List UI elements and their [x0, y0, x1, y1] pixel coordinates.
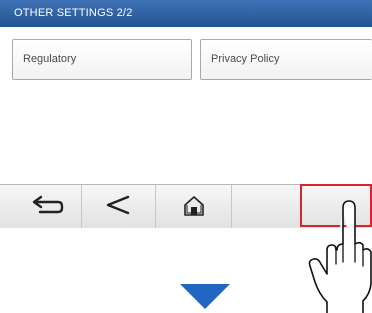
- page-title: OTHER SETTINGS 2/2: [0, 0, 372, 27]
- privacy-policy-button[interactable]: Privacy Policy: [200, 39, 372, 80]
- previous-page-icon: [106, 195, 130, 215]
- return-button[interactable]: [0, 185, 82, 228]
- home-button[interactable]: [156, 185, 232, 228]
- return-icon: [32, 195, 64, 214]
- hand-pointer-icon: [308, 200, 372, 313]
- home-icon: [184, 196, 204, 216]
- down-arrow-icon: [180, 284, 230, 309]
- toolbar-blank-button[interactable]: [232, 185, 300, 228]
- regulatory-button[interactable]: Regulatory: [12, 39, 192, 80]
- previous-page-button[interactable]: [82, 185, 156, 228]
- settings-content: Regulatory Privacy Policy: [0, 27, 372, 184]
